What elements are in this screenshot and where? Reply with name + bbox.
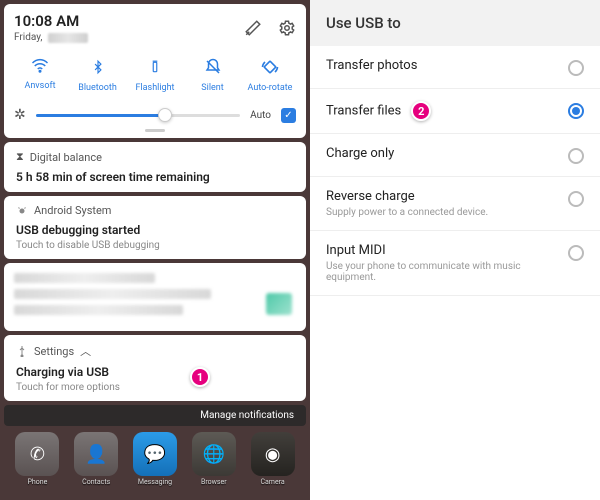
usb-option-transfer-files[interactable]: Transfer files2: [310, 89, 600, 134]
usb-options-panel: Use USB to Transfer photos Transfer file…: [310, 0, 600, 500]
callout-1: 1: [190, 367, 210, 387]
callout-2: 2: [411, 101, 431, 121]
auto-rotate-icon: [260, 57, 280, 77]
notification-redacted[interactable]: [4, 263, 306, 331]
notification-android-system[interactable]: Android System USB debugging started Tou…: [4, 196, 306, 259]
manage-notifications-link[interactable]: Manage notifications: [4, 405, 306, 426]
usb-options-list: Transfer photos Transfer files2 Charge o…: [310, 46, 600, 500]
bluetooth-icon: [91, 57, 105, 77]
redacted-date: [48, 33, 88, 43]
radio-unselected[interactable]: [568, 148, 584, 164]
usb-option-transfer-photos[interactable]: Transfer photos: [310, 46, 600, 89]
messaging-icon: 💬: [133, 432, 177, 476]
notification-shade: 10:08 AM Friday, Anvsoft Bluetooth Flash…: [0, 0, 310, 500]
contacts-icon: 👤: [74, 432, 118, 476]
radio-unselected[interactable]: [568, 191, 584, 207]
browser-icon: 🌐: [192, 432, 236, 476]
radio-unselected[interactable]: [568, 60, 584, 76]
silent-icon: [204, 57, 222, 77]
radio-unselected[interactable]: [568, 245, 584, 261]
radio-selected[interactable]: [568, 103, 584, 119]
hourglass-icon: ⧗: [16, 150, 24, 164]
quick-settings-panel: 10:08 AM Friday, Anvsoft Bluetooth Flash…: [4, 4, 306, 138]
usb-header: Use USB to: [310, 0, 600, 46]
app-phone[interactable]: ✆Phone: [15, 432, 59, 486]
usb-option-charge-only[interactable]: Charge only: [310, 134, 600, 177]
qs-tile-wifi[interactable]: Anvsoft: [14, 57, 66, 93]
app-browser[interactable]: 🌐Browser: [192, 432, 236, 486]
edit-icon[interactable]: [244, 19, 262, 37]
app-messaging[interactable]: 💬Messaging: [133, 432, 177, 486]
android-icon: [16, 205, 28, 217]
notification-settings-usb[interactable]: Settings ︿ Charging via USB Touch for mo…: [4, 335, 306, 401]
app-camera[interactable]: ◉Camera: [251, 432, 295, 486]
qs-tile-auto-rotate[interactable]: Auto-rotate: [244, 57, 296, 93]
brightness-slider[interactable]: [36, 114, 240, 117]
slider-thumb[interactable]: [158, 108, 172, 122]
qs-tile-silent[interactable]: Silent: [187, 57, 239, 93]
settings-gear-icon[interactable]: [278, 19, 296, 37]
wifi-icon: [30, 57, 50, 75]
usb-option-reverse-charge[interactable]: Reverse chargeSupply power to a connecte…: [310, 177, 600, 231]
auto-brightness-label: Auto: [250, 110, 271, 121]
camera-icon: ◉: [251, 432, 295, 476]
brightness-icon: ✲: [14, 107, 26, 123]
flashlight-icon: [148, 57, 162, 77]
chevron-up-icon: ︿: [80, 343, 91, 359]
usb-option-input-midi[interactable]: Input MIDIUse your phone to communicate …: [310, 231, 600, 296]
auto-brightness-checkbox[interactable]: ✓: [281, 108, 296, 123]
phone-icon: ✆: [15, 432, 59, 476]
notification-digital-balance[interactable]: ⧗Digital balance 5 h 58 min of screen ti…: [4, 142, 306, 192]
app-dock: ✆Phone 👤Contacts 💬Messaging 🌐Browser ◉Ca…: [0, 426, 310, 490]
status-day: Friday,: [14, 32, 42, 43]
status-time: 10:08 AM: [14, 12, 88, 30]
usb-icon: [16, 345, 28, 357]
drag-handle[interactable]: [145, 129, 165, 132]
app-contacts[interactable]: 👤Contacts: [74, 432, 118, 486]
qs-tile-bluetooth[interactable]: Bluetooth: [72, 57, 124, 93]
qs-tile-flashlight[interactable]: Flashlight: [129, 57, 181, 93]
